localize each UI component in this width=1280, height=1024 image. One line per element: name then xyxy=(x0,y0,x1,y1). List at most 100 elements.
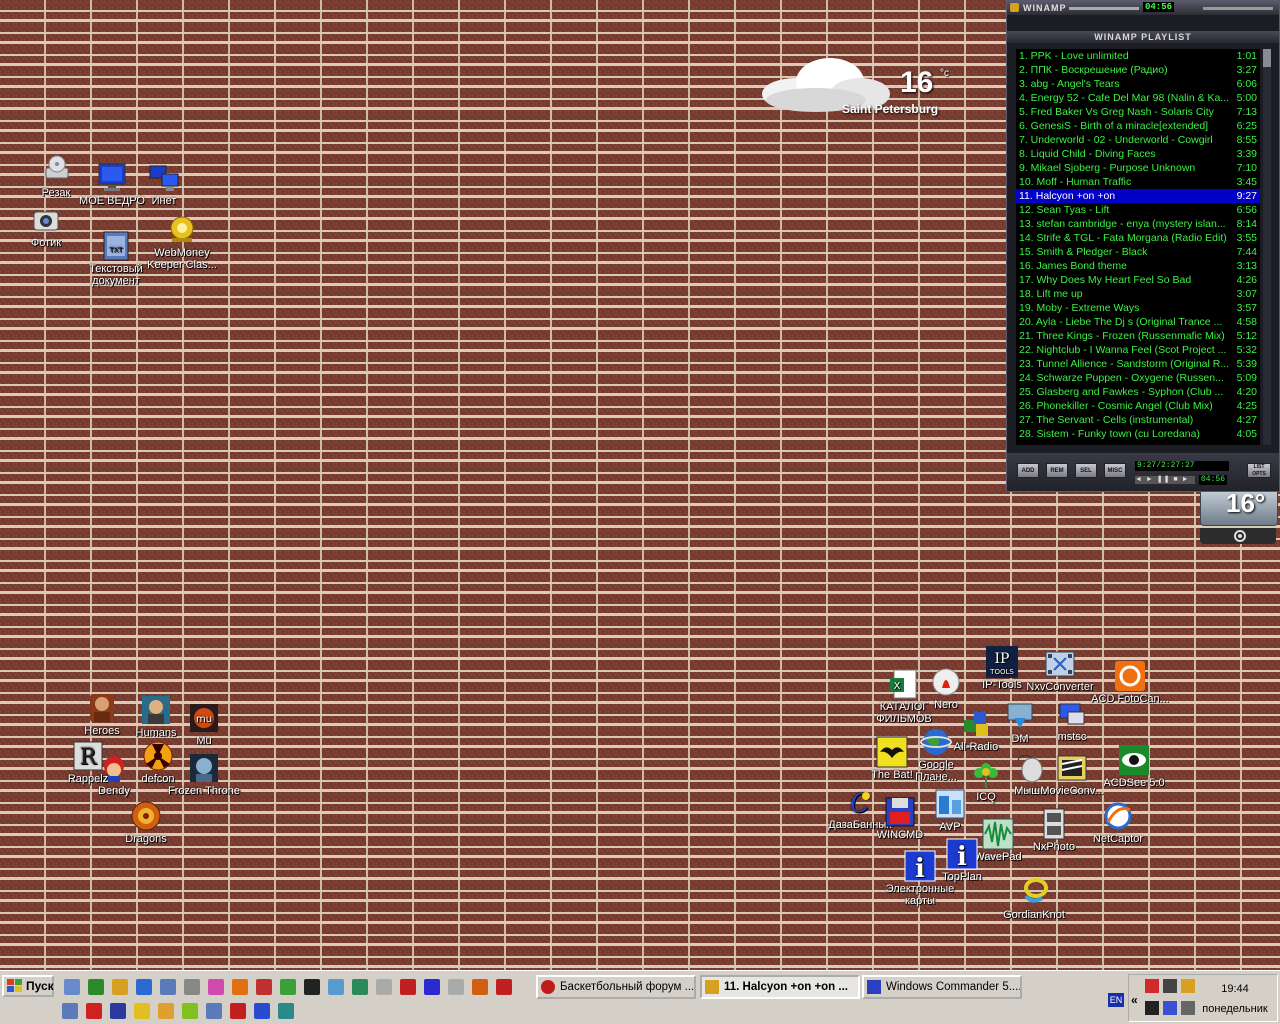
desktop-icon-inet[interactable]: Инет xyxy=(124,162,204,207)
playlist-item[interactable]: 13. stefan cambridge - enya (mystery isl… xyxy=(1016,217,1260,231)
playlist-item[interactable]: 25. Glasberg and Fawkes - Syphon (Club .… xyxy=(1016,385,1260,399)
desktop-icon-gordianknot[interactable]: GordianKnot xyxy=(994,876,1074,921)
quick-launch-icon[interactable] xyxy=(472,979,488,995)
playlist-item[interactable]: 1. PPK - Love unlimited 1:01 xyxy=(1016,49,1260,63)
playlist-item[interactable]: 17. Why Does My Heart Feel So Bad 4:26 xyxy=(1016,273,1260,287)
tray-icon[interactable] xyxy=(1181,979,1195,993)
playlist-item[interactable]: 27. The Servant - Cells (instrumental) 4:… xyxy=(1016,413,1260,427)
quick-launch-icon[interactable] xyxy=(158,1003,174,1019)
desktop-icon-fotik[interactable]: Фотик xyxy=(6,204,86,249)
desktop-icon-electronic-maps[interactable]: i Электронные карты xyxy=(880,850,960,907)
playlist-item[interactable]: 9. Mikael Sjoberg - Purpose Unknown 7:10 xyxy=(1016,161,1260,175)
quick-launch-icon[interactable] xyxy=(160,979,176,995)
weather-gadget-small[interactable]: 16° xyxy=(1196,488,1280,546)
tray-icon[interactable] xyxy=(1163,979,1177,993)
playlist-item[interactable]: 21. Three Kings - Frozen (Russenmafic Mi… xyxy=(1016,329,1260,343)
quick-launch-icon[interactable] xyxy=(112,979,128,995)
tray-icon[interactable] xyxy=(1145,1001,1159,1015)
playlist-item[interactable]: 23. Tunnel Allience - Sandstorm (Origina… xyxy=(1016,357,1260,371)
playlist-item[interactable]: 5. Fred Baker Vs Greg Nash - Solaris Cit… xyxy=(1016,105,1260,119)
quick-launch-icon[interactable] xyxy=(64,979,80,995)
playlist-item[interactable]: 24. Schwarze Puppen - Oxygene (Russen...… xyxy=(1016,371,1260,385)
quick-launch-icon[interactable] xyxy=(496,979,512,995)
quick-launch-icon[interactable] xyxy=(62,1003,78,1019)
playlist-misc-button[interactable]: MISC xyxy=(1104,463,1126,478)
desktop-icon-netcaptor[interactable]: NetCaptor xyxy=(1078,800,1158,845)
quick-launch-icon[interactable] xyxy=(328,979,344,995)
quick-launch-icon[interactable] xyxy=(230,1003,246,1019)
quick-launch-icon[interactable] xyxy=(134,1003,150,1019)
playlist-item[interactable]: 2. ППК - Воскрешение (Радио) 3:27 xyxy=(1016,63,1260,77)
start-button[interactable]: Пуск xyxy=(2,975,54,997)
language-indicator[interactable]: EN xyxy=(1108,993,1124,1007)
weather-temp: 16 xyxy=(900,66,934,99)
playlist-item[interactable]: 22. Nightclub - I Wanna Feel (Scot Proje… xyxy=(1016,343,1260,357)
quick-launch-icon[interactable] xyxy=(448,979,464,995)
quick-launch-icon[interactable] xyxy=(184,979,200,995)
quick-launch-icon[interactable] xyxy=(352,979,368,995)
playlist-item[interactable]: 7. Underworld - 02 - Underworld - Cowgir… xyxy=(1016,133,1260,147)
task-winamp[interactable]: 11. Halcyon +on +on ... xyxy=(700,975,860,999)
quick-launch-icon[interactable] xyxy=(400,979,416,995)
playlist-select-button[interactable]: SEL xyxy=(1075,463,1097,478)
mini-transport-controls[interactable]: ◄ ► ❚❚ ■ ► xyxy=(1135,476,1195,484)
quick-launch-icon[interactable] xyxy=(88,979,104,995)
quick-launch-icon[interactable] xyxy=(256,979,272,995)
winamp-main-bar[interactable]: WINAMP 04:56 xyxy=(1007,1,1279,15)
clock-time[interactable]: 19:44 xyxy=(1196,983,1274,995)
quick-launch-icon[interactable] xyxy=(208,979,224,995)
desktop-icon-nxvconverter[interactable]: NxvConverter xyxy=(1020,648,1100,693)
playlist-item[interactable]: 16. James Bond theme 3:13 xyxy=(1016,259,1260,273)
tray-icon[interactable] xyxy=(1145,979,1159,993)
desktop-icon-mstsc[interactable]: mstsc xyxy=(1032,698,1112,743)
gadget-controls[interactable] xyxy=(1200,528,1276,544)
playlist-item[interactable]: 12. Sean Tyas - Lift 6:56 xyxy=(1016,203,1260,217)
quick-launch-icon[interactable] xyxy=(376,979,392,995)
playlist-item[interactable]: 20. Ayla - Liebe The Dj s (Original Tran… xyxy=(1016,315,1260,329)
playlist-item[interactable]: 6. GenesiS - Birth of a miracle[extended… xyxy=(1016,119,1260,133)
playlist-item[interactable]: 11. Halcyon +on +on 9:27 xyxy=(1016,189,1260,203)
desktop-icon-dragons[interactable]: Dragons xyxy=(106,800,186,845)
track-name: 24. Schwarze Puppen - Oxygene (Russen... xyxy=(1019,372,1224,384)
playlist[interactable]: 1. PPK - Love unlimited 1:01 2. ППК - Воск… xyxy=(1016,49,1260,445)
tray-icon[interactable] xyxy=(1181,1001,1195,1015)
playlist-item[interactable]: 10. Moff - Human Traffic 3:45 xyxy=(1016,175,1260,189)
playlist-item[interactable]: 14. Strife & TGL - Fata Morgana (Radio E… xyxy=(1016,231,1260,245)
playlist-item[interactable]: 26. Phonekiller - Cosmic Angel (Club Mix… xyxy=(1016,399,1260,413)
quick-launch-icon[interactable] xyxy=(182,1003,198,1019)
quick-launch-icon[interactable] xyxy=(206,1003,222,1019)
playlist-scrollbar[interactable] xyxy=(1263,49,1271,445)
playlist-remove-button[interactable]: REM xyxy=(1046,463,1068,478)
tray-icon[interactable] xyxy=(1163,1001,1177,1015)
weather-gadget[interactable]: 16 °c Saint Petersburg xyxy=(756,50,956,130)
quick-launch-icon[interactable] xyxy=(304,979,320,995)
playlist-item[interactable]: 3. abg - Angel's Tears 6:06 xyxy=(1016,77,1260,91)
winamp-window[interactable]: WINAMP 04:56 WINAMP PLAYLIST 1. PPK - Lo… xyxy=(1006,0,1280,492)
quick-launch-icon[interactable] xyxy=(110,1003,126,1019)
playlist-item[interactable]: 28. Sistem - Funky town (cu Loredana) 4:0… xyxy=(1016,427,1260,441)
desktop-icon-frozen-throne[interactable]: Frozen Throne xyxy=(164,752,244,797)
desktop-icon-acdsee[interactable]: ACDSee 5.0 xyxy=(1094,744,1174,789)
playlist-item[interactable]: 18. Lift me up 3:07 xyxy=(1016,287,1260,301)
quick-launch-icon[interactable] xyxy=(280,979,296,995)
quick-launch-icon[interactable] xyxy=(424,979,440,995)
desktop-icon-webmoney[interactable]: WebMoney Keeper Clas... xyxy=(142,214,222,271)
playlist-item[interactable]: 19. Moby - Extreme Ways 3:57 xyxy=(1016,301,1260,315)
task-basketball-forum[interactable]: Баскетбольный форум ... xyxy=(536,975,696,999)
desktop[interactable]: Резак МОЕ ВЕДРО Инет Фотик TXT Текстовый… xyxy=(0,0,1280,970)
playlist-item[interactable]: 15. Smith & Pledger - Black 7:44 xyxy=(1016,245,1260,259)
quick-launch-icon[interactable] xyxy=(278,1003,294,1019)
tray-expand-icon[interactable]: « xyxy=(1131,993,1138,1007)
playlist-item[interactable]: 4. Energy 52 - Cafe Del Mar 98 (Nalin & … xyxy=(1016,91,1260,105)
quick-launch-icon[interactable] xyxy=(86,1003,102,1019)
quick-launch-icon[interactable] xyxy=(254,1003,270,1019)
quick-launch-icon[interactable] xyxy=(136,979,152,995)
scrollbar-thumb[interactable] xyxy=(1263,49,1271,67)
winamp-volume-bar[interactable] xyxy=(1203,7,1273,10)
task-windows-commander[interactable]: Windows Commander 5.... xyxy=(862,975,1022,999)
winamp-seek-bar[interactable] xyxy=(1069,7,1139,10)
playlist-item[interactable]: 8. Liquid Child - Diving Faces 3:39 xyxy=(1016,147,1260,161)
quick-launch-icon[interactable] xyxy=(232,979,248,995)
playlist-add-button[interactable]: ADD xyxy=(1017,463,1039,478)
list-options-button[interactable]: LIST OPTS xyxy=(1247,463,1271,478)
